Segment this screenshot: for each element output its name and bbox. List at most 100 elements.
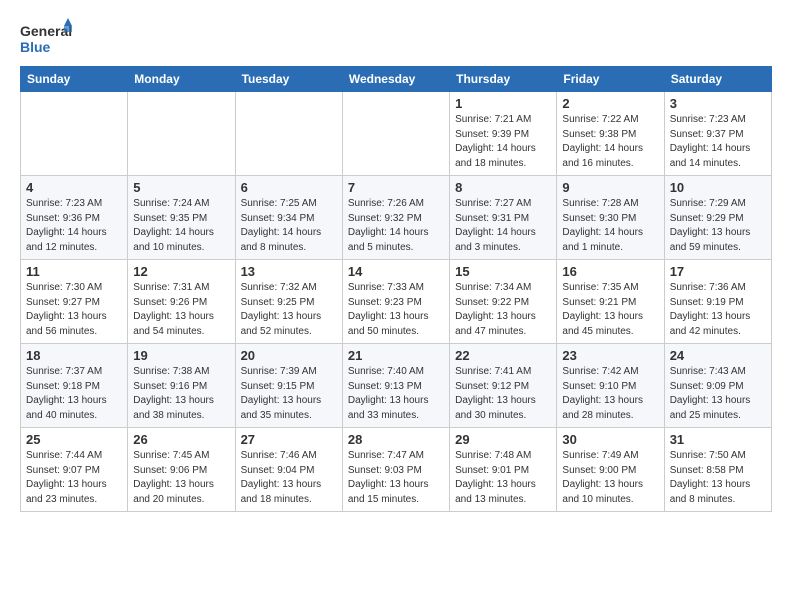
calendar-cell: 1 Sunrise: 7:21 AMSunset: 9:39 PMDaylight… [450, 92, 557, 176]
day-info: Sunrise: 7:42 AMSunset: 9:10 PMDaylight:… [562, 365, 658, 423]
calendar-cell: 25Sunrise: 7:44 AMSunset: 9:07 PMDayligh… [21, 428, 128, 512]
day-number: 18 [26, 348, 122, 363]
day-info: Sunrise: 7:21 AMSunset: 9:39 PMDaylight:… [455, 113, 551, 171]
calendar-cell [21, 92, 128, 176]
day-info: Sunrise: 7:49 AMSunset: 9:00 PMDaylight:… [562, 449, 658, 507]
weekday-header-sunday: Sunday [21, 67, 128, 92]
calendar-cell: 14 Sunrise: 7:33 AMSunset: 9:23 PMDayligh… [342, 260, 449, 344]
day-number: 6 [241, 180, 337, 195]
calendar-week-4: 18 Sunrise: 7:37 AMSunset: 9:18 PMDayligh… [21, 344, 772, 428]
calendar-cell [235, 92, 342, 176]
day-number: 9 [562, 180, 658, 195]
weekday-header-row: SundayMondayTuesdayWednesdayThursdayFrid… [21, 67, 772, 92]
calendar-cell: 28Sunrise: 7:47 AMSunset: 9:03 PMDayligh… [342, 428, 449, 512]
day-info: Sunrise: 7:25 AMSunset: 9:34 PMDaylight:… [241, 197, 337, 255]
day-number: 7 [348, 180, 444, 195]
day-number: 21 [348, 348, 444, 363]
day-info: Sunrise: 7:31 AMSunset: 9:26 PMDaylight:… [133, 281, 229, 339]
day-number: 2 [562, 96, 658, 111]
calendar-cell: 18 Sunrise: 7:37 AMSunset: 9:18 PMDayligh… [21, 344, 128, 428]
day-number: 29 [455, 432, 551, 447]
day-info: Sunrise: 7:37 AMSunset: 9:18 PMDaylight:… [26, 365, 122, 423]
calendar-cell: 15 Sunrise: 7:34 AMSunset: 9:22 PMDayligh… [450, 260, 557, 344]
logo-icon: General Blue [20, 18, 72, 58]
weekday-header-tuesday: Tuesday [235, 67, 342, 92]
day-number: 15 [455, 264, 551, 279]
day-number: 26 [133, 432, 229, 447]
day-number: 17 [670, 264, 766, 279]
calendar-cell: 2Sunrise: 7:22 AMSunset: 9:38 PMDaylight… [557, 92, 664, 176]
calendar-cell: 30 Sunrise: 7:49 AMSunset: 9:00 PMDayligh… [557, 428, 664, 512]
day-info: Sunrise: 7:35 AMSunset: 9:21 PMDaylight:… [562, 281, 658, 339]
calendar-week-5: 25Sunrise: 7:44 AMSunset: 9:07 PMDayligh… [21, 428, 772, 512]
calendar-cell: 8Sunrise: 7:27 AMSunset: 9:31 PMDaylight… [450, 176, 557, 260]
calendar-cell: 20 Sunrise: 7:39 AMSunset: 9:15 PMDayligh… [235, 344, 342, 428]
weekday-header-thursday: Thursday [450, 67, 557, 92]
calendar-table: SundayMondayTuesdayWednesdayThursdayFrid… [20, 66, 772, 512]
day-number: 1 [455, 96, 551, 111]
day-info: Sunrise: 7:26 AMSunset: 9:32 PMDaylight:… [348, 197, 444, 255]
day-number: 24 [670, 348, 766, 363]
calendar-cell: 17 Sunrise: 7:36 AMSunset: 9:19 PMDayligh… [664, 260, 771, 344]
weekday-header-monday: Monday [128, 67, 235, 92]
calendar-week-2: 4 Sunrise: 7:23 AMSunset: 9:36 PMDaylight… [21, 176, 772, 260]
calendar-cell: 12 Sunrise: 7:31 AMSunset: 9:26 PMDayligh… [128, 260, 235, 344]
calendar-cell: 21Sunrise: 7:40 AMSunset: 9:13 PMDayligh… [342, 344, 449, 428]
calendar-cell [128, 92, 235, 176]
day-info: Sunrise: 7:29 AMSunset: 9:29 PMDaylight:… [670, 197, 766, 255]
calendar-cell: 29 Sunrise: 7:48 AMSunset: 9:01 PMDayligh… [450, 428, 557, 512]
calendar-cell: 9 Sunrise: 7:28 AMSunset: 9:30 PMDaylight… [557, 176, 664, 260]
calendar-cell: 4 Sunrise: 7:23 AMSunset: 9:36 PMDaylight… [21, 176, 128, 260]
day-number: 4 [26, 180, 122, 195]
day-info: Sunrise: 7:43 AMSunset: 9:09 PMDaylight:… [670, 365, 766, 423]
day-info: Sunrise: 7:27 AMSunset: 9:31 PMDaylight:… [455, 197, 551, 255]
day-info: Sunrise: 7:48 AMSunset: 9:01 PMDaylight:… [455, 449, 551, 507]
day-number: 14 [348, 264, 444, 279]
calendar-cell: 5 Sunrise: 7:24 AMSunset: 9:35 PMDaylight… [128, 176, 235, 260]
day-number: 25 [26, 432, 122, 447]
day-info: Sunrise: 7:30 AMSunset: 9:27 PMDaylight:… [26, 281, 122, 339]
calendar-cell: 22 Sunrise: 7:41 AMSunset: 9:12 PMDayligh… [450, 344, 557, 428]
day-info: Sunrise: 7:34 AMSunset: 9:22 PMDaylight:… [455, 281, 551, 339]
calendar-week-3: 11 Sunrise: 7:30 AMSunset: 9:27 PMDayligh… [21, 260, 772, 344]
calendar-cell: 27Sunrise: 7:46 AMSunset: 9:04 PMDayligh… [235, 428, 342, 512]
day-info: Sunrise: 7:41 AMSunset: 9:12 PMDaylight:… [455, 365, 551, 423]
day-number: 10 [670, 180, 766, 195]
calendar-cell: 24 Sunrise: 7:43 AMSunset: 9:09 PMDayligh… [664, 344, 771, 428]
day-number: 23 [562, 348, 658, 363]
calendar-week-1: 1 Sunrise: 7:21 AMSunset: 9:39 PMDaylight… [21, 92, 772, 176]
calendar-cell: 7 Sunrise: 7:26 AMSunset: 9:32 PMDaylight… [342, 176, 449, 260]
day-info: Sunrise: 7:39 AMSunset: 9:15 PMDaylight:… [241, 365, 337, 423]
day-info: Sunrise: 7:23 AMSunset: 9:37 PMDaylight:… [670, 113, 766, 171]
calendar-cell [342, 92, 449, 176]
day-info: Sunrise: 7:33 AMSunset: 9:23 PMDaylight:… [348, 281, 444, 339]
calendar-cell: 3Sunrise: 7:23 AMSunset: 9:37 PMDaylight… [664, 92, 771, 176]
calendar-cell: 6 Sunrise: 7:25 AMSunset: 9:34 PMDaylight… [235, 176, 342, 260]
day-number: 28 [348, 432, 444, 447]
day-info: Sunrise: 7:23 AMSunset: 9:36 PMDaylight:… [26, 197, 122, 255]
day-info: Sunrise: 7:50 AMSunset: 8:58 PMDaylight:… [670, 449, 766, 507]
day-number: 27 [241, 432, 337, 447]
calendar-cell: 23 Sunrise: 7:42 AMSunset: 9:10 PMDayligh… [557, 344, 664, 428]
day-info: Sunrise: 7:38 AMSunset: 9:16 PMDaylight:… [133, 365, 229, 423]
day-number: 20 [241, 348, 337, 363]
day-number: 16 [562, 264, 658, 279]
day-info: Sunrise: 7:28 AMSunset: 9:30 PMDaylight:… [562, 197, 658, 255]
weekday-header-wednesday: Wednesday [342, 67, 449, 92]
calendar-cell: 31Sunrise: 7:50 AMSunset: 8:58 PMDayligh… [664, 428, 771, 512]
day-number: 30 [562, 432, 658, 447]
day-number: 12 [133, 264, 229, 279]
day-number: 13 [241, 264, 337, 279]
day-number: 5 [133, 180, 229, 195]
weekday-header-friday: Friday [557, 67, 664, 92]
logo: General Blue [20, 18, 72, 58]
calendar-body: 1 Sunrise: 7:21 AMSunset: 9:39 PMDaylight… [21, 92, 772, 512]
day-info: Sunrise: 7:36 AMSunset: 9:19 PMDaylight:… [670, 281, 766, 339]
day-number: 19 [133, 348, 229, 363]
calendar-cell: 26Sunrise: 7:45 AMSunset: 9:06 PMDayligh… [128, 428, 235, 512]
day-info: Sunrise: 7:24 AMSunset: 9:35 PMDaylight:… [133, 197, 229, 255]
calendar-cell: 11 Sunrise: 7:30 AMSunset: 9:27 PMDayligh… [21, 260, 128, 344]
day-number: 11 [26, 264, 122, 279]
calendar-cell: 16 Sunrise: 7:35 AMSunset: 9:21 PMDayligh… [557, 260, 664, 344]
day-number: 22 [455, 348, 551, 363]
